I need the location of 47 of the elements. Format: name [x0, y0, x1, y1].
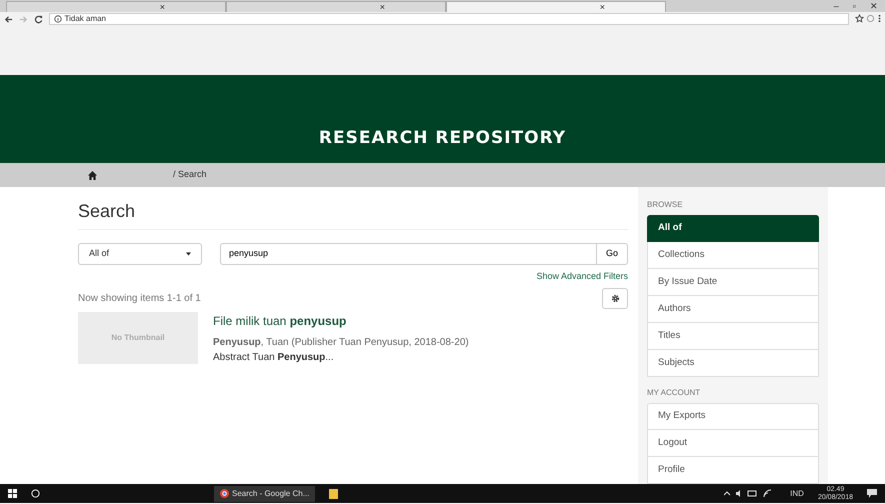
sidebar-item[interactable]: Logout — [647, 430, 819, 457]
sidebar-item[interactable]: Collections — [647, 242, 819, 269]
home-icon[interactable] — [88, 170, 97, 180]
window-button[interactable]: – — [826, 1, 846, 12]
sidebar-item[interactable]: Titles — [647, 323, 819, 350]
sidebar-item[interactable]: Subjects — [647, 350, 819, 377]
address-bar[interactable]: Tidak aman — [49, 13, 849, 25]
advanced-filters-link[interactable]: Show Advanced Filters — [536, 270, 628, 281]
browser-tab[interactable]: × — [6, 1, 226, 12]
result-meta: Penyusup, Tuan (Publisher Tuan Penyusup, 2018-08-20) — [213, 336, 469, 350]
gear-icon — [610, 294, 620, 304]
sidebar-item[interactable]: My Exports — [647, 403, 819, 430]
site-title: RESEARCH REPOSITORY — [318, 126, 566, 150]
result-count: Now showing items 1-1 of 1 — [78, 292, 201, 306]
breadcrumb-link[interactable]: / Search — [173, 168, 207, 182]
go-button[interactable]: Go — [596, 242, 628, 265]
menu-icon[interactable] — [878, 14, 881, 24]
section-heading: BROWSE — [647, 199, 684, 211]
sidebar-item[interactable]: Authors — [647, 296, 819, 323]
browser-icon — [220, 489, 229, 498]
browser-tab[interactable]: × — [226, 1, 446, 12]
scope-dropdown[interactable]: All of — [78, 242, 202, 265]
search-field[interactable]: penyusup — [220, 242, 597, 265]
page-title: Search — [78, 201, 628, 230]
star-icon[interactable] — [854, 14, 864, 24]
security-label: Tidak aman — [64, 14, 106, 24]
section-heading: MY ACCOUNT — [647, 387, 702, 399]
start-icon[interactable] — [8, 489, 17, 498]
info-icon — [54, 15, 62, 23]
result-title-link[interactable]: File milik tuan penyusup — [213, 312, 469, 330]
caret-icon — [186, 252, 191, 256]
taskbar-app[interactable]: Search - Google Ch... — [214, 486, 316, 502]
keyboard-language[interactable]: IND — [790, 488, 804, 500]
reload-icon[interactable] — [34, 14, 43, 24]
sidebar-item[interactable]: All of — [647, 215, 819, 242]
settings-button[interactable] — [602, 288, 628, 310]
window-button[interactable]: ✕ — [863, 1, 885, 12]
sidebar-item[interactable]: By Issue Date — [647, 269, 819, 296]
result-abstract: Abstract Tuan Penyusup... — [213, 350, 335, 365]
notification-icon[interactable] — [867, 489, 877, 498]
window-button[interactable]: ▫ — [846, 1, 863, 12]
search-icon[interactable] — [31, 489, 40, 498]
browser-tab[interactable]: × — [446, 1, 666, 12]
thumbnail-label: No Thumbnail — [111, 332, 165, 344]
back-icon[interactable] — [4, 14, 13, 24]
sidebar-item[interactable]: Profile — [647, 457, 819, 484]
folder-icon[interactable] — [329, 488, 338, 498]
